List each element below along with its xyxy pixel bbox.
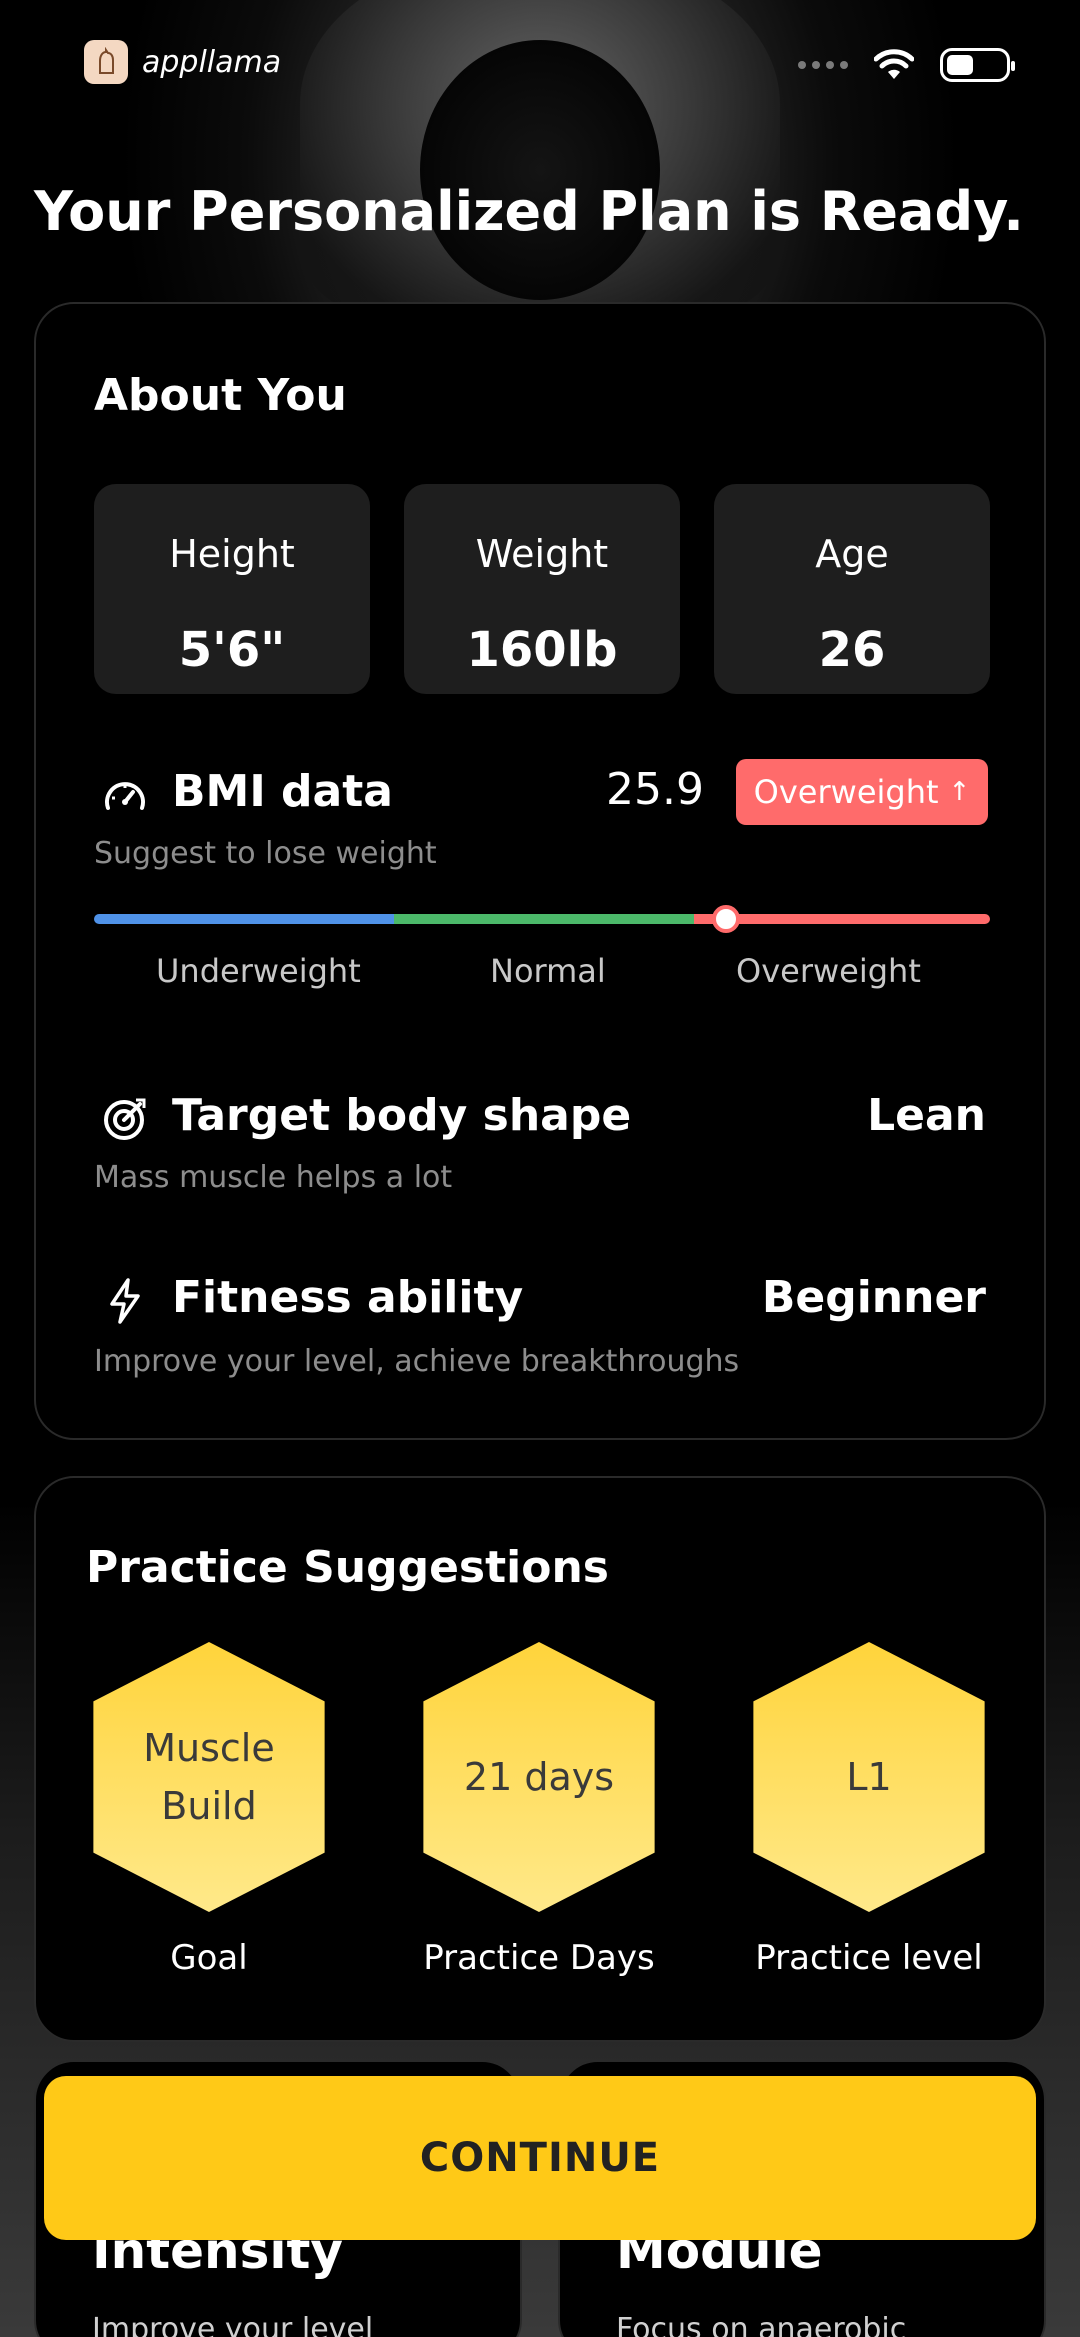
practice-days-label: Practice Days bbox=[423, 1938, 655, 1978]
target-subtitle: Mass muscle helps a lot bbox=[94, 1160, 453, 1195]
weight-value: 160lb bbox=[466, 622, 618, 678]
height-value: 5'6" bbox=[178, 622, 286, 678]
weight-label: Weight bbox=[475, 532, 609, 576]
signal-icon bbox=[798, 61, 848, 69]
target-value: Lean bbox=[867, 1090, 986, 1145]
arrow-up-icon: ↑ bbox=[948, 777, 971, 807]
fitness-value: Beginner bbox=[761, 1272, 986, 1327]
bmi-scale-bar bbox=[94, 914, 990, 924]
practice-title: Practice Suggestions bbox=[86, 1542, 609, 1593]
goal-label: Goal bbox=[170, 1938, 248, 1978]
fitness-title: Fitness ability bbox=[172, 1272, 524, 1323]
scale-label-normal: Normal bbox=[490, 952, 606, 990]
llama-logo-icon bbox=[84, 40, 128, 84]
weight-stat: Weight 160lb bbox=[404, 484, 680, 694]
module-subtitle: Focus on anaerobic bbox=[616, 2312, 907, 2337]
lightning-icon bbox=[110, 1278, 140, 1324]
bmi-title: BMI data bbox=[172, 766, 393, 817]
continue-button[interactable]: CONTINUE bbox=[44, 2076, 1036, 2240]
intensity-subtitle: Improve your level bbox=[92, 2312, 374, 2337]
speedometer-icon bbox=[105, 782, 145, 810]
bmi-value: 25.9 bbox=[606, 764, 704, 815]
battery-icon bbox=[940, 48, 1015, 82]
about-you-card: About You Height 5'6" Weight 160lb Age 2… bbox=[34, 302, 1046, 1440]
height-label: Height bbox=[169, 532, 295, 576]
goal-item: Muscle Build Goal bbox=[86, 1642, 332, 1978]
target-icon bbox=[104, 1098, 146, 1140]
bmi-status-badge: Overweight ↑ bbox=[736, 759, 988, 825]
age-label: Age bbox=[815, 532, 889, 576]
page-title: Your Personalized Plan is Ready. bbox=[34, 180, 1024, 243]
practice-level-hexagon: L1 bbox=[753, 1642, 985, 1912]
app-logo: appllama bbox=[84, 40, 281, 84]
height-stat: Height 5'6" bbox=[94, 484, 370, 694]
age-value: 26 bbox=[818, 622, 886, 678]
practice-days-item: 21 days Practice Days bbox=[416, 1642, 662, 1978]
target-value-text: Lean bbox=[867, 1090, 986, 1141]
bmi-subtitle: Suggest to lose weight bbox=[94, 836, 437, 871]
scale-label-overweight: Overweight bbox=[736, 952, 921, 990]
practice-suggestions-card: Practice Suggestions Muscle Build Goal 2… bbox=[34, 1476, 1046, 2042]
status-bar: appllama bbox=[0, 0, 1080, 130]
target-title: Target body shape bbox=[172, 1090, 632, 1141]
wifi-icon bbox=[874, 49, 914, 79]
about-you-title: About You bbox=[94, 370, 347, 421]
goal-hexagon: Muscle Build bbox=[93, 1642, 325, 1912]
bmi-status-text: Overweight bbox=[753, 773, 939, 811]
bmi-marker bbox=[711, 905, 740, 933]
scale-label-underweight: Underweight bbox=[156, 952, 361, 990]
age-stat: Age 26 bbox=[714, 484, 990, 694]
practice-level-label: Practice level bbox=[755, 1938, 983, 1978]
fitness-subtitle: Improve your level, achieve breakthrough… bbox=[94, 1344, 740, 1379]
fitness-value-text: Beginner bbox=[761, 1272, 986, 1323]
practice-days-hexagon: 21 days bbox=[423, 1642, 655, 1912]
practice-level-item: L1 Practice level bbox=[746, 1642, 992, 1978]
logo-text: appllama bbox=[142, 44, 282, 80]
